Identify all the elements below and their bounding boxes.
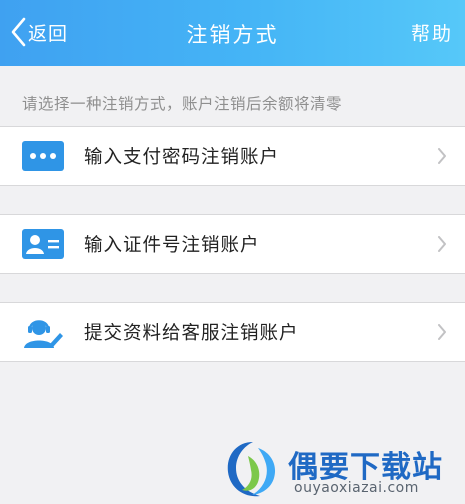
watermark-url: ouyaoxiazai.com (294, 480, 419, 496)
site-logo-icon (222, 438, 284, 504)
option-payment-password[interactable]: 输入支付密码注销账户 (0, 126, 465, 186)
option-id-number[interactable]: 输入证件号注销账户 (0, 214, 465, 274)
option-label: 输入支付密码注销账户 (84, 147, 280, 168)
cancellation-notice: 请选择一种注销方式，账户注销后余额将清零 (22, 95, 343, 113)
option-customer-service[interactable]: 提交资料给客服注销账户 (0, 302, 465, 362)
customer-service-icon (22, 317, 64, 353)
page-title: 注销方式 (186, 23, 279, 47)
help-button[interactable]: 帮助 (411, 19, 453, 46)
chevron-right-icon (437, 236, 447, 256)
option-label: 输入证件号注销账户 (84, 235, 260, 256)
option-label: 提交资料给客服注销账户 (84, 323, 299, 344)
navigation-bar: 返回 注销方式 帮助 (0, 0, 465, 66)
id-card-icon (22, 229, 64, 263)
chevron-right-icon (437, 324, 447, 344)
chevron-right-icon (437, 148, 447, 168)
site-watermark: 偶要下载站 ouyaoxiazai.com (222, 438, 462, 500)
password-keypad-icon (22, 141, 64, 175)
